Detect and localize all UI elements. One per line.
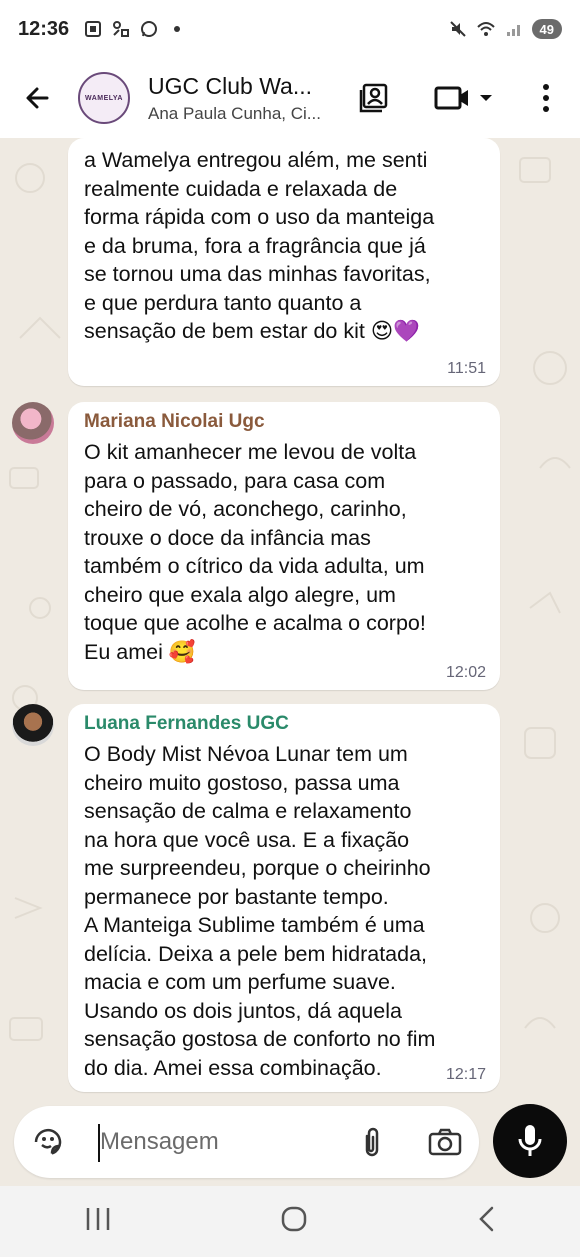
screenshot-icon: [85, 21, 102, 37]
contact-card-icon: [359, 83, 388, 113]
message-bubble[interactable]: Mariana Nicolai Ugc O kit amanhecer me l…: [68, 402, 500, 690]
more-vertical-icon: [543, 84, 549, 112]
status-system-icons: 49: [448, 19, 562, 39]
group-avatar-logo: WAMELYA: [85, 94, 123, 102]
message-bubble[interactable]: a Wamelya entregou além, me senti realme…: [68, 138, 500, 386]
voice-message-button[interactable]: [493, 1104, 567, 1178]
microphone-icon: [518, 1125, 542, 1156]
group-info[interactable]: UGC Club Wa... Ana Paula Cunha, Ci...: [148, 73, 338, 124]
message-input[interactable]: [100, 1124, 360, 1160]
dot-icon: [174, 26, 181, 32]
message-text: O Body Mist Névoa Lunar tem um cheiro mu…: [84, 742, 436, 1080]
group-members: Ana Paula Cunha, Ci...: [148, 103, 321, 123]
message-text: a Wamelya entregou além, me senti realme…: [84, 146, 486, 347]
recent-apps-button[interactable]: [84, 1206, 112, 1237]
contacts-button[interactable]: [356, 80, 392, 116]
link-icon: [113, 21, 130, 37]
group-title: UGC Club Wa...: [148, 72, 313, 99]
sender-avatar-mariana[interactable]: [12, 402, 54, 444]
message-time: 12:02: [445, 664, 486, 681]
paperclip-icon: [365, 1127, 379, 1157]
home-icon: [281, 1206, 307, 1232]
signal-icon: [506, 25, 520, 36]
message-time: 12:17: [445, 1066, 486, 1083]
message-emoji: 🥰: [168, 639, 196, 665]
home-button[interactable]: [280, 1205, 308, 1238]
chevron-left-icon: [479, 1206, 494, 1232]
chat-area[interactable]: a Wamelya entregou além, me senti realme…: [0, 138, 580, 1098]
message-body: O kit amanhecer me levou de volta para o…: [84, 440, 426, 664]
message-emoji: 😍💜: [370, 319, 421, 344]
video-call-button[interactable]: [432, 80, 496, 116]
message-bubble[interactable]: Luana Fernandes UGC O Body Mist Névoa Lu…: [68, 704, 500, 1092]
sender-name[interactable]: Luana Fernandes UGC: [84, 712, 486, 736]
arrow-left-icon: [26, 87, 49, 109]
sender-avatar-luana[interactable]: [12, 704, 54, 746]
wifi-icon: [476, 22, 495, 36]
sticker-button[interactable]: [32, 1126, 64, 1163]
system-navigation-bar: [0, 1186, 580, 1257]
more-menu-button[interactable]: [530, 80, 562, 116]
message-time: 11:51: [447, 360, 486, 377]
attach-button[interactable]: [359, 1126, 385, 1165]
whatsapp-icon: [141, 21, 158, 37]
video-call-icon: [434, 86, 492, 110]
sticker-icon: [34, 1128, 62, 1155]
battery-indicator: 49: [531, 19, 562, 39]
recent-apps-icon: [86, 1208, 110, 1230]
system-back-button[interactable]: [476, 1205, 496, 1238]
message-text: O kit amanhecer me levou de volta para o…: [84, 438, 486, 667]
status-time: 12:36: [18, 17, 70, 40]
message-composer: [14, 1106, 479, 1178]
status-notification-icons: [83, 19, 187, 39]
mute-icon: [449, 21, 466, 37]
camera-button[interactable]: [428, 1126, 462, 1163]
status-bar: 12:36 49: [0, 0, 580, 58]
message-body: a Wamelya entregou além, me senti realme…: [84, 148, 435, 343]
back-button[interactable]: [0, 58, 74, 138]
sender-name[interactable]: Mariana Nicolai Ugc: [84, 410, 486, 434]
chat-header: WAMELYA UGC Club Wa... Ana Paula Cunha, …: [0, 58, 580, 138]
group-avatar[interactable]: WAMELYA: [78, 72, 130, 124]
camera-icon: [428, 1128, 462, 1156]
